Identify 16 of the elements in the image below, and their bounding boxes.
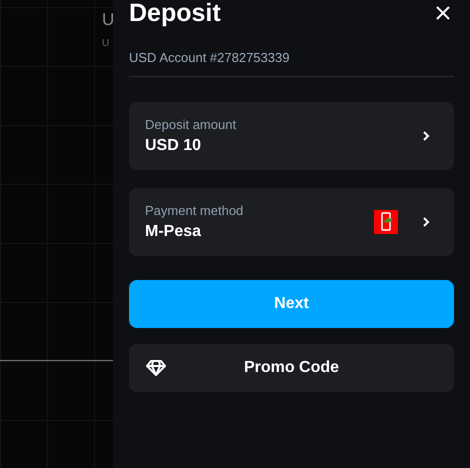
account-label: USD Account #2782753339 <box>129 50 290 65</box>
chart-subtitle: U <box>102 38 110 49</box>
field-label: Payment method <box>145 203 244 218</box>
promo-code-button[interactable]: Promo Code <box>129 344 454 392</box>
field-value: USD 10 <box>145 137 202 155</box>
field-label: Deposit amount <box>145 117 238 132</box>
close-icon[interactable] <box>435 5 451 21</box>
phone-icon <box>374 210 398 234</box>
select-field[interactable]: Deposit amount USD 10 <box>129 102 454 170</box>
field-value: M-Pesa <box>145 223 202 241</box>
chevron-icon <box>422 130 430 142</box>
panel-title: Deposit <box>129 0 221 26</box>
select-field[interactable]: Payment method M-Pesa <box>129 188 454 256</box>
diamond-icon <box>146 360 166 376</box>
chart-title: U <box>102 10 113 30</box>
chevron-icon <box>422 216 430 228</box>
